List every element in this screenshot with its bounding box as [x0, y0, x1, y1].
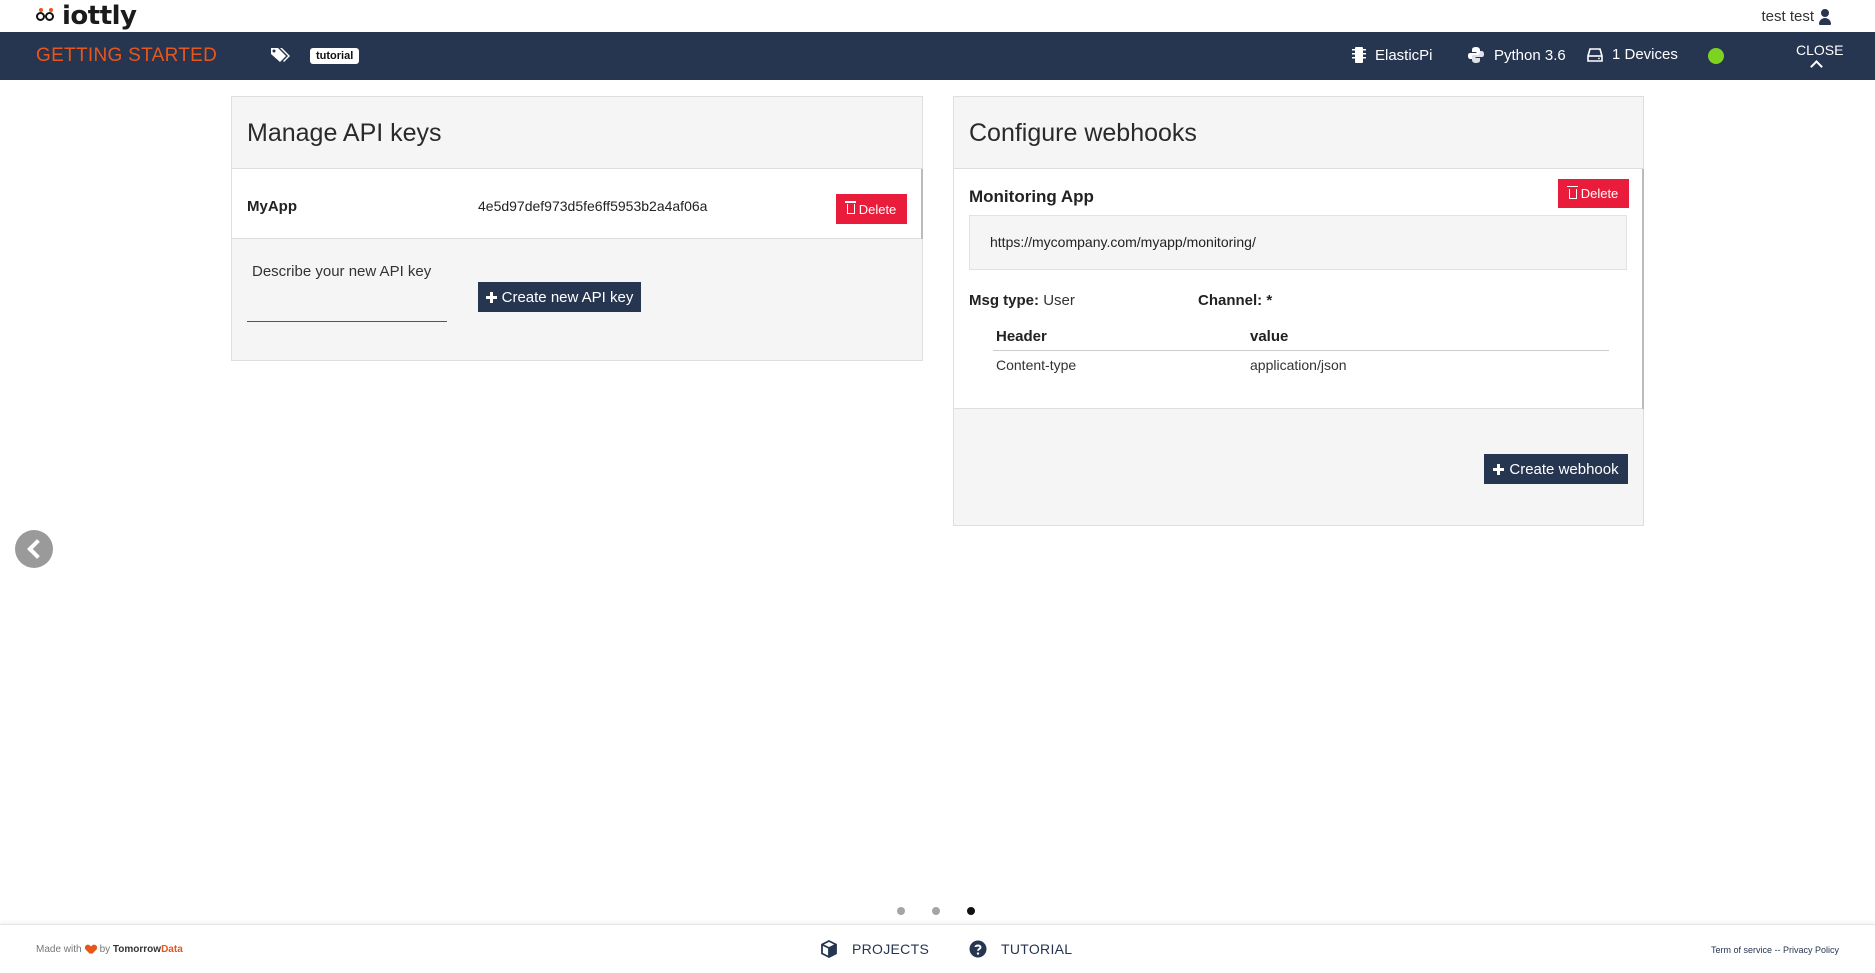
- channel-label: Channel:: [1198, 292, 1263, 309]
- user-menu[interactable]: test test: [1761, 8, 1831, 25]
- footer: Made with by TomorrowData PROJECTS TUTOR…: [0, 924, 1875, 973]
- delete-label: Delete: [858, 201, 897, 217]
- python-info: Python 3.6: [1467, 46, 1566, 64]
- devices-count: 1 Devices: [1612, 46, 1678, 63]
- column-header: Header: [996, 328, 1047, 345]
- iottly-logo[interactable]: iottly: [36, 2, 137, 30]
- project-navbar: GETTING STARTED tutorial ElasticPi Pytho…: [0, 32, 1875, 80]
- slide-pager: [897, 907, 1002, 915]
- by-text: by: [99, 944, 111, 955]
- question-circle-icon: [969, 940, 987, 958]
- board-name: ElasticPi: [1375, 46, 1433, 64]
- tags-icon: [271, 48, 290, 62]
- headers-table-header: Header value: [993, 328, 1609, 351]
- webhook-name: Monitoring App: [969, 187, 1094, 206]
- tutorial-tag-badge[interactable]: tutorial: [310, 48, 360, 64]
- plus-icon: [485, 291, 497, 303]
- table-row: Content-type application/json: [993, 351, 1609, 373]
- python-icon: [1468, 47, 1484, 63]
- brand-name-a: Tomorrow: [112, 944, 162, 955]
- heart-icon: [86, 945, 96, 954]
- create-webhook-button[interactable]: Create webhook: [1484, 454, 1628, 484]
- devices-info[interactable]: 1 Devices: [1587, 46, 1678, 63]
- headers-table: Header value Content-type application/js…: [993, 328, 1609, 373]
- webhook-item: Monitoring App Delete https://mycompany.…: [954, 169, 1644, 409]
- terms-link[interactable]: Term of service: [1711, 945, 1772, 955]
- tutorial-link[interactable]: TUTORIAL: [969, 940, 1072, 958]
- header-name-cell: Content-type: [996, 357, 1077, 373]
- legal-separator: --: [1774, 945, 1781, 955]
- webhooks-title: Configure webhooks: [969, 119, 1197, 147]
- chip-icon: [1352, 47, 1366, 63]
- api-key-name: MyApp: [247, 198, 297, 215]
- scrollbar[interactable]: [921, 169, 923, 239]
- pager-dot-active[interactable]: [967, 907, 975, 915]
- api-key-row: MyApp 4e5d97def973d5fe6ff5953b2a4af06a D…: [232, 169, 923, 239]
- plus-icon: [1493, 463, 1505, 475]
- pager-dot[interactable]: [932, 907, 940, 915]
- privacy-link[interactable]: Privacy Policy: [1783, 945, 1839, 955]
- logo-text: iottly: [62, 1, 137, 31]
- api-keys-panel: Manage API keys MyApp 4e5d97def973d5fe6f…: [231, 96, 923, 361]
- header-value-cell: application/json: [1250, 357, 1347, 373]
- msg-type-label: Msg type:: [969, 292, 1040, 309]
- msg-type: Msg type: User: [969, 292, 1075, 309]
- msg-type-value: User: [1043, 292, 1075, 309]
- made-with-text: Made with: [36, 944, 82, 955]
- previous-slide-arrow-icon[interactable]: [15, 530, 53, 568]
- webhook-url: https://mycompany.com/myapp/monitoring/: [990, 234, 1256, 250]
- api-key-description-input[interactable]: [247, 297, 447, 322]
- brand-name-b: Data: [161, 944, 183, 955]
- describe-api-key-label: Describe your new API key: [252, 263, 432, 280]
- delete-label: Delete: [1580, 186, 1619, 201]
- channel-value: *: [1266, 292, 1273, 309]
- legal-links: Term of service -- Privacy Policy: [1711, 945, 1839, 955]
- python-version: Python 3.6: [1494, 46, 1566, 64]
- api-key-value: 4e5d97def973d5fe6ff5953b2a4af06a: [478, 198, 708, 214]
- hdd-icon: [1587, 47, 1603, 62]
- webhook-url-box: https://mycompany.com/myapp/monitoring/: [969, 215, 1627, 270]
- pager-dot[interactable]: [897, 907, 905, 915]
- logo-icon: [36, 8, 56, 23]
- board-info: ElasticPi: [1352, 46, 1433, 64]
- channel: Channel: *: [1198, 292, 1272, 309]
- getting-started-title: GETTING STARTED: [36, 45, 218, 66]
- api-keys-title: Manage API keys: [247, 119, 442, 147]
- close-label: CLOSE: [1796, 42, 1844, 58]
- scrollbar[interactable]: [1642, 169, 1644, 409]
- projects-link[interactable]: PROJECTS: [820, 940, 929, 958]
- create-api-key-button[interactable]: Create new API key: [478, 282, 641, 312]
- tutorial-label: TUTORIAL: [1001, 941, 1073, 957]
- top-bar: iottly test test: [0, 0, 1875, 32]
- delete-webhook-button[interactable]: Delete: [1558, 179, 1629, 208]
- trash-icon: [844, 201, 856, 214]
- tomorrowdata-link[interactable]: TomorrowData: [113, 944, 183, 955]
- chevron-up-icon: [1809, 60, 1823, 73]
- made-with-credit: Made with by TomorrowData: [36, 944, 183, 955]
- create-api-key-label: Create new API key: [501, 288, 634, 306]
- close-button[interactable]: CLOSE: [1796, 42, 1843, 73]
- projects-label: PROJECTS: [852, 941, 930, 957]
- trash-icon: [1566, 185, 1578, 199]
- webhooks-panel: Configure webhooks Monitoring App Delete…: [953, 96, 1644, 526]
- user-name: test test: [1761, 8, 1814, 25]
- cube-icon: [821, 940, 837, 958]
- connection-status-indicator: [1708, 48, 1724, 64]
- user-icon: [1819, 8, 1831, 25]
- create-webhook-label: Create webhook: [1509, 460, 1619, 478]
- column-value: value: [1250, 328, 1289, 345]
- delete-api-key-button[interactable]: Delete: [836, 194, 907, 224]
